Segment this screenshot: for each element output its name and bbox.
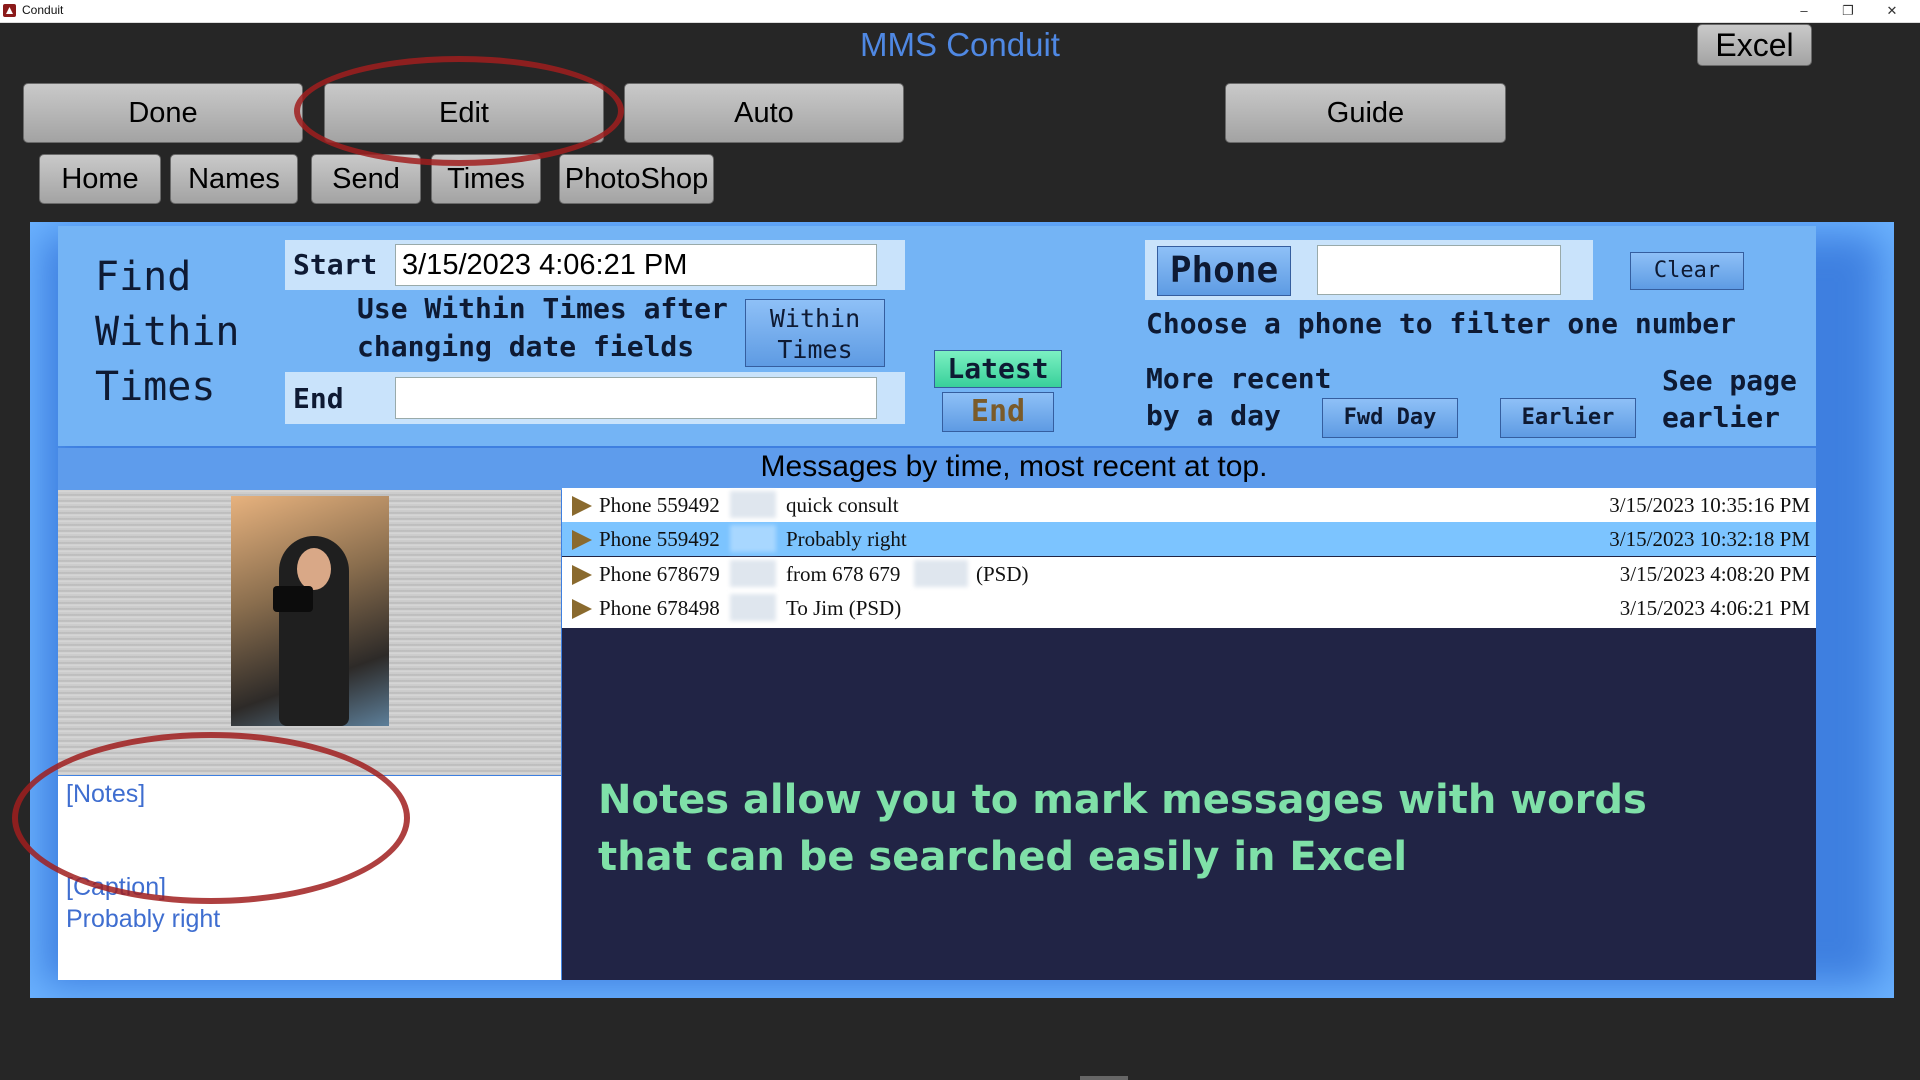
- latest-button[interactable]: Latest: [934, 350, 1062, 388]
- message-text: quick consult: [786, 493, 899, 517]
- annotation-text: Notes allow you to mark messages with wo…: [598, 777, 1647, 880]
- message-row[interactable]: Phone 678679 from 678 679 (PSD) 3/15/202…: [562, 557, 1816, 591]
- camera-icon: [273, 586, 313, 612]
- message-photo[interactable]: [231, 496, 389, 726]
- end-label: End: [293, 382, 344, 415]
- clear-button[interactable]: Clear: [1630, 252, 1744, 290]
- message-phone: Phone 678679: [599, 562, 720, 586]
- close-button[interactable]: ✕: [1870, 0, 1914, 22]
- message-list: Phone 559492 quick consult 3/15/2023 10:…: [562, 488, 1816, 980]
- app-title: MMS Conduit: [860, 26, 1060, 63]
- excel-button[interactable]: Excel: [1697, 24, 1812, 66]
- message-text: To Jim (PSD): [786, 596, 902, 620]
- play-icon: [572, 565, 592, 585]
- caption-text: Probably right: [66, 905, 221, 933]
- filter-heading-line2: Within: [95, 309, 240, 355]
- redacted-digits: [730, 525, 776, 552]
- see-page-line2: earlier: [1662, 401, 1781, 434]
- filter-heading-line1: Find: [95, 254, 192, 300]
- photoshop-button[interactable]: PhotoShop: [559, 154, 714, 204]
- message-phone: Phone 559492: [599, 527, 720, 551]
- messages-heading: Messages by time, most recent at top.: [760, 450, 1268, 483]
- redacted-digits: [730, 594, 776, 621]
- more-recent-line1: More recent: [1146, 362, 1332, 395]
- message-time: 3/15/2023 10:35:16 PM: [1609, 493, 1810, 517]
- redacted-digits: [730, 560, 776, 587]
- window-title: Conduit: [22, 3, 64, 17]
- highlight-ellipse-notes: [12, 732, 410, 904]
- earlier-button[interactable]: Earlier: [1500, 398, 1636, 438]
- within-times-line2: Times: [777, 335, 853, 364]
- scroll-indicator: [1080, 1076, 1128, 1080]
- play-icon: [572, 599, 592, 619]
- fwd-day-button[interactable]: Fwd Day: [1322, 398, 1458, 438]
- message-text: from 678 679: [786, 562, 901, 586]
- message-time: 3/15/2023 4:06:21 PM: [1619, 596, 1810, 620]
- redacted-digits: [730, 491, 776, 518]
- auto-button[interactable]: Auto: [624, 83, 904, 143]
- restore-button[interactable]: ❐: [1826, 0, 1870, 22]
- see-page-line1: See page: [1662, 364, 1797, 397]
- message-text: Probably right: [786, 527, 907, 551]
- minimize-button[interactable]: –: [1782, 0, 1826, 22]
- end-button[interactable]: End: [942, 392, 1054, 432]
- message-time: 3/15/2023 4:08:20 PM: [1619, 562, 1810, 586]
- message-time: 3/15/2023 10:32:18 PM: [1609, 527, 1810, 551]
- home-button[interactable]: Home: [39, 154, 161, 204]
- names-button[interactable]: Names: [170, 154, 298, 204]
- play-icon: [572, 496, 592, 516]
- message-row-selected[interactable]: Phone 559492 Probably right 3/15/2023 10…: [562, 522, 1816, 556]
- window-titlebar: [0, 0, 1920, 23]
- within-times-line1: Within: [769, 304, 861, 333]
- play-icon: [572, 530, 592, 550]
- redacted-digits: [914, 560, 968, 587]
- message-row[interactable]: Phone 559492 quick consult 3/15/2023 10:…: [562, 488, 1816, 522]
- phone-hint: Choose a phone to filter one number: [1146, 307, 1737, 340]
- start-label: Start: [293, 248, 378, 281]
- within-times-button[interactable]: Within Times: [745, 299, 885, 367]
- photo-face: [297, 548, 331, 590]
- app-icon: [3, 4, 16, 17]
- message-row[interactable]: Phone 678498 To Jim (PSD) 3/15/2023 4:06…: [562, 591, 1816, 628]
- done-button[interactable]: Done: [23, 83, 303, 143]
- end-input[interactable]: [395, 377, 877, 419]
- highlight-ellipse-edit: [294, 56, 624, 166]
- hint-line1: Use Within Times after: [357, 292, 728, 325]
- hint-line2: changing date fields: [357, 330, 695, 363]
- message-text-suffix: (PSD): [976, 562, 1029, 586]
- more-recent-line2: by a day: [1146, 399, 1281, 432]
- phone-input[interactable]: [1317, 245, 1561, 295]
- message-phone: Phone 678498: [599, 596, 720, 620]
- start-input[interactable]: 3/15/2023 4:06:21 PM: [395, 244, 877, 286]
- filter-heading-line3: Times: [95, 364, 216, 410]
- guide-button[interactable]: Guide: [1225, 83, 1506, 143]
- message-phone: Phone 559492: [599, 493, 720, 517]
- phone-button[interactable]: Phone: [1157, 246, 1291, 296]
